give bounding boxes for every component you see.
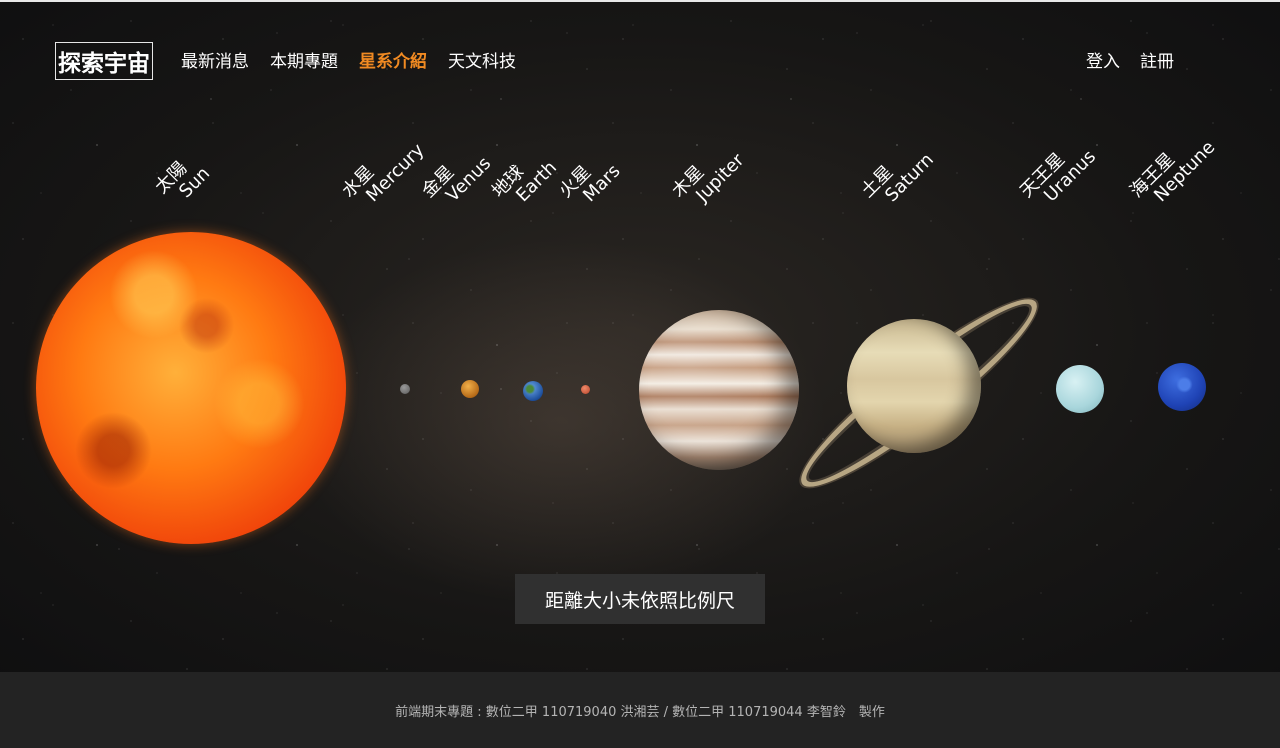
mars-image[interactable]	[581, 385, 590, 394]
main-nav: 最新消息 本期專題 星系介紹 天文科技	[181, 52, 516, 72]
site-logo[interactable]: 探索宇宙	[55, 42, 153, 80]
space-background: 太陽 Sun 水星 Mercury 金星 Venus 地球 Earth 火星 M…	[0, 2, 1280, 672]
scale-note: 距離大小未依照比例尺	[515, 574, 765, 624]
earth-image[interactable]	[523, 381, 543, 401]
jupiter-image[interactable]	[639, 310, 799, 470]
mercury-image[interactable]	[400, 384, 410, 394]
nav-feature[interactable]: 本期專題	[270, 52, 338, 72]
saturn-image[interactable]	[847, 319, 981, 453]
neptune-image[interactable]	[1158, 363, 1206, 411]
footer-credits: 前端期末專題 : 數位二甲 110719040 洪湘芸 / 數位二甲 11071…	[395, 704, 885, 720]
login-link[interactable]: 登入	[1086, 52, 1120, 72]
sun-image[interactable]	[36, 232, 346, 544]
nav-astro-tech[interactable]: 天文科技	[448, 52, 516, 72]
nav-latest-news[interactable]: 最新消息	[181, 52, 249, 72]
footer: 前端期末專題 : 數位二甲 110719040 洪湘芸 / 數位二甲 11071…	[0, 672, 1280, 748]
venus-image[interactable]	[461, 380, 479, 398]
uranus-image[interactable]	[1056, 365, 1104, 413]
auth-links: 登入 註冊	[1086, 52, 1174, 72]
register-link[interactable]: 註冊	[1140, 52, 1174, 72]
nav-galaxy-intro[interactable]: 星系介紹	[359, 52, 427, 72]
